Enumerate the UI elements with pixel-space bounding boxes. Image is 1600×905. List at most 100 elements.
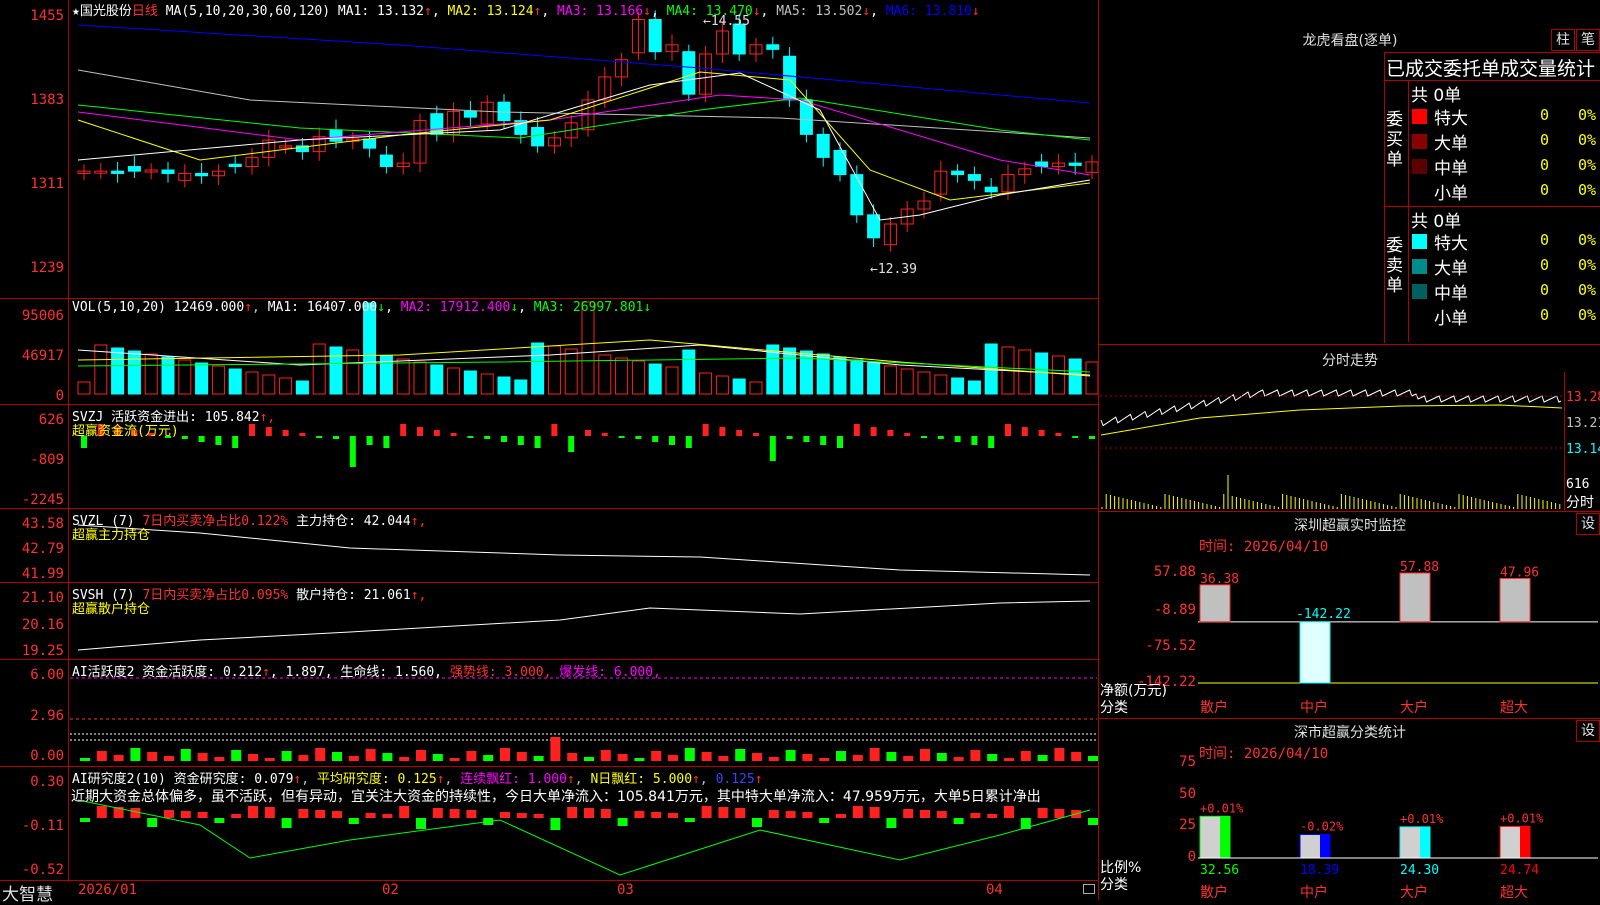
tick-view-button[interactable]: 笔 (1576, 29, 1600, 51)
vol-arrow: ↑ (244, 300, 253, 315)
research-bar (718, 807, 729, 818)
date-axis-label: 2026/01 (78, 882, 138, 898)
monitor-top-border (1099, 511, 1600, 512)
fund-flow-bar (433, 430, 440, 436)
candle-body (816, 133, 830, 158)
fund-flow-bar (601, 433, 608, 436)
research-bar (617, 818, 628, 826)
research-bar (500, 812, 510, 818)
divider-svsh (0, 582, 1099, 583)
lhb-row-count: 0 (1540, 256, 1550, 274)
fund-flow-bar (954, 436, 961, 442)
svzj-tick: 626 (38, 412, 64, 428)
ai-research-tick: -0.52 (21, 862, 64, 878)
ma-arrow: ↓ (862, 4, 871, 19)
legend-swatch (1412, 184, 1427, 199)
research-bar (651, 812, 662, 818)
lock-icon[interactable] (1083, 884, 1095, 894)
fund-flow-bar (450, 433, 457, 436)
fund-flow-bar (753, 433, 759, 436)
candle-body (967, 174, 981, 181)
lhb-row-pct: 0% (1578, 131, 1597, 149)
activity-bar (348, 756, 359, 761)
low-price-label: ←12.39 (870, 262, 917, 277)
fund-flow-bar (1038, 430, 1045, 436)
activity-bar (584, 757, 594, 761)
activity-bar (416, 750, 426, 761)
activity-bar (735, 749, 746, 761)
lhb-row-pct: 0% (1578, 256, 1597, 274)
intraday-vol-label: 分时 (1566, 495, 1594, 511)
candle-body (682, 51, 696, 95)
ma-params: MA(5,10,20,30,60,120) (165, 4, 331, 19)
research-bar (1037, 808, 1048, 818)
price-tick: 1311 (30, 176, 64, 192)
volume-bar (111, 347, 125, 395)
volume-bar (312, 343, 326, 395)
sell-side-label: 委卖单 (1386, 236, 1403, 296)
research-bar (701, 806, 712, 818)
legend-swatch (1412, 284, 1427, 299)
volume-bar (245, 371, 259, 395)
research-bar (785, 811, 796, 818)
research-bar (735, 808, 746, 818)
divider-bottom (0, 880, 1099, 881)
activity-bar (197, 753, 208, 761)
monitor-tick: -75.52 (1145, 638, 1196, 654)
fund-flow-bar (618, 436, 625, 438)
activity-bar (785, 750, 796, 761)
brand-logo[interactable]: 大智慧 (2, 880, 53, 905)
activity-bar (96, 751, 107, 761)
svsh-arrow: ↑, (410, 588, 427, 603)
volume-bar (564, 348, 578, 395)
candle-body (111, 170, 125, 174)
ma6-line (77, 24, 1091, 104)
ai-research-tick: -0.11 (21, 818, 64, 834)
stock-name: 国光股份 (79, 4, 132, 19)
fund-flow-bar (198, 436, 205, 442)
classify-settings-button[interactable]: 设 (1576, 720, 1600, 742)
classify-bar-change: +0.01% (1200, 801, 1244, 815)
ai-research-a5: ↑ (754, 772, 763, 787)
volume-bar (94, 344, 108, 395)
fund-flow-bar (551, 424, 558, 436)
volume-bar (732, 378, 746, 395)
monitor-settings-button[interactable]: 设 (1576, 513, 1600, 535)
period-label[interactable]: 日线 (132, 4, 158, 19)
legend-swatch (1412, 134, 1427, 149)
legend-swatch (1412, 109, 1427, 124)
volume-bar (1068, 358, 1082, 395)
volume-bar (144, 353, 158, 395)
ai-research-p3: 连续飘红: 1.000 (460, 772, 567, 787)
fund-flow-bar (669, 436, 675, 445)
svsh-desc: 7日内买卖净占比0.095% (142, 588, 289, 603)
classify-bar-change: +0.01% (1500, 811, 1544, 825)
volume-bar (850, 359, 864, 395)
fund-flow-bar (803, 436, 810, 442)
volume-bar (262, 374, 276, 395)
ma-value: MA1: 13.132 (337, 4, 424, 19)
research-bar (298, 809, 309, 818)
fund-flow-bar (736, 430, 743, 436)
fund-flow-bar (870, 427, 877, 436)
favorite-star-icon[interactable]: ★ (72, 4, 80, 19)
lhb-row-label: 小单 (1434, 309, 1468, 329)
volume-bar (900, 368, 914, 395)
ai-research-p5: 0.125 (715, 772, 755, 787)
activity-bar (399, 757, 410, 761)
svsh-tick: 19.25 (21, 643, 64, 659)
fund-flow-bar (467, 436, 474, 438)
activity-bar (80, 758, 90, 761)
bar-view-button[interactable]: 柱 (1551, 29, 1575, 51)
kline-chart-area[interactable]: 36.38 -142.22 57.88 47.96 32.56 +0.01% 18.39 -0… (0, 0, 1600, 900)
fund-flow-bar (786, 436, 793, 439)
legend-swatch (1412, 259, 1427, 274)
intraday-axis-border (1564, 372, 1565, 510)
fund-flow-bar (501, 436, 507, 442)
price-header: ★国光股份日线 MA(5,10,20,30,60,120) MA1: 13.13… (72, 0, 980, 19)
lhb-row-count: 0 (1540, 106, 1550, 124)
activity-bar (936, 753, 947, 761)
classify-bar-accent (1320, 834, 1330, 858)
research-bar (248, 806, 258, 818)
vol-ma-values: MA1: 16407.000↓, MA2: 17912.400↓, MA3: 2… (268, 300, 652, 315)
